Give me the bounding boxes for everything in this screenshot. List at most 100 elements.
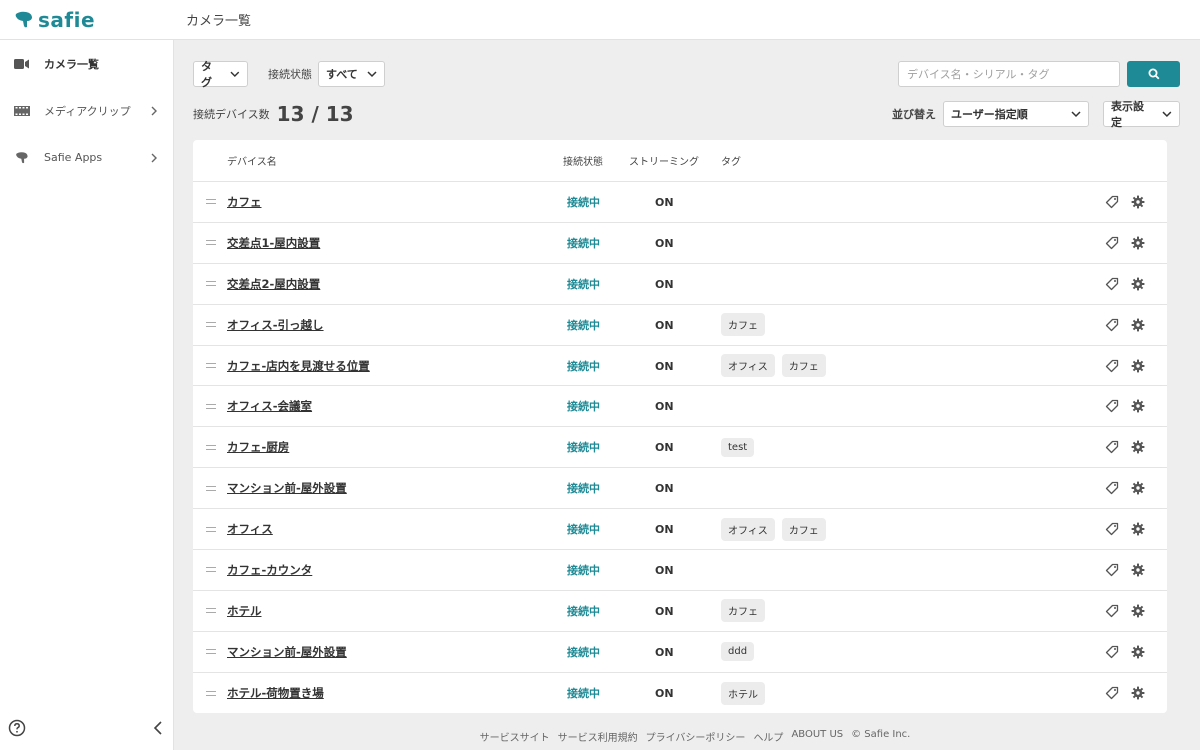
gear-icon[interactable] [1131,399,1145,413]
drag-handle-cell[interactable] [193,690,227,696]
drag-handle-cell[interactable] [193,403,227,409]
drag-handle-cell[interactable] [193,281,227,287]
device-name-link[interactable]: マンション前-屋外設置 [227,481,347,495]
drag-handle-cell[interactable] [193,240,227,246]
tag-edit-icon[interactable] [1105,236,1119,250]
tag-chip[interactable]: ddd [721,642,755,662]
drag-handle-cell[interactable] [193,199,227,205]
drag-handle-icon[interactable] [206,363,216,368]
search-input[interactable] [898,61,1120,87]
drag-handle-icon[interactable] [206,281,216,287]
sidebar-item-camera-list[interactable]: カメラ一覧 [0,40,173,87]
tag-edit-icon[interactable] [1105,645,1119,659]
gear-icon[interactable] [1131,645,1145,659]
sort-select[interactable]: ユーザー指定順 [943,101,1089,127]
footer-link-service-site[interactable]: サービスサイト [480,729,550,744]
drag-handle-icon[interactable] [206,608,216,614]
footer-link-privacy[interactable]: プライバシーポリシー [646,729,746,744]
drag-handle-icon[interactable] [206,567,216,573]
drag-handle-cell[interactable] [193,485,227,491]
gear-icon[interactable] [1131,277,1145,291]
tag-edit-icon[interactable] [1105,563,1119,577]
status-cell: 接続中 [563,317,625,333]
tag-edit-icon[interactable] [1105,277,1119,291]
device-name-link[interactable]: オフィス [227,522,273,536]
tag-chip[interactable]: カフェ [721,313,765,337]
device-name-link[interactable]: カフェ-店内を見渡せる位置 [227,359,370,373]
tag-chip[interactable]: ホテル [721,681,765,705]
drag-handle-icon[interactable] [206,403,216,409]
drag-handle-icon[interactable] [206,526,216,532]
tag-edit-icon[interactable] [1105,522,1119,536]
drag-handle-cell[interactable] [193,363,227,368]
connection-status: 接続中 [567,645,600,659]
drag-handle-icon[interactable] [206,322,216,328]
gear-icon[interactable] [1131,481,1145,495]
tag-edit-icon[interactable] [1105,359,1119,373]
gear-icon[interactable] [1131,359,1145,373]
drag-handle-icon[interactable] [206,199,216,205]
gear-icon[interactable] [1131,686,1145,700]
tag-chip[interactable]: test [721,437,755,457]
drag-handle-cell[interactable] [193,567,227,573]
device-name-link[interactable]: ホテル [227,604,262,618]
tag-chip[interactable]: オフィス [721,517,775,541]
drag-handle-icon[interactable] [206,240,216,246]
connection-filter-select[interactable]: すべて [318,61,385,87]
drag-handle-cell[interactable] [193,649,227,655]
device-count-value: 13 / 13 [276,102,354,126]
device-name-link[interactable]: 交差点1-屋内設置 [227,236,320,250]
drag-handle-icon[interactable] [206,444,216,450]
gear-icon[interactable] [1131,440,1145,454]
drag-handle-cell[interactable] [193,444,227,450]
status-cell: 接続中 [563,439,625,455]
device-name-link[interactable]: オフィス-会議室 [227,399,312,413]
tag-edit-icon[interactable] [1105,195,1119,209]
logo[interactable]: safie [0,0,174,40]
table-row: カフェ-厨房 接続中 ON test [193,427,1167,469]
device-name-link[interactable]: カフェ-カウンタ [227,563,312,577]
tag-edit-icon[interactable] [1105,686,1119,700]
tag-chip[interactable]: カフェ [721,599,765,623]
gear-icon[interactable] [1131,522,1145,536]
tag-edit-icon[interactable] [1105,318,1119,332]
tag-edit-icon[interactable] [1105,481,1119,495]
help-icon[interactable] [8,719,26,737]
footer-link-about[interactable]: ABOUT US [791,729,843,743]
device-name-link[interactable]: ホテル-荷物置き場 [227,686,324,700]
gear-icon[interactable] [1131,236,1145,250]
footer-link-help[interactable]: ヘルプ [753,729,783,744]
tag-chip[interactable]: カフェ [781,517,826,541]
gear-icon[interactable] [1131,604,1145,618]
footer-link-terms[interactable]: サービス利用規約 [558,729,638,744]
tag-chip[interactable]: カフェ [781,354,826,377]
device-name-link[interactable]: マンション前-屋外設置 [227,645,347,659]
gear-icon[interactable] [1131,563,1145,577]
row-actions [1105,645,1167,659]
tag-edit-icon[interactable] [1105,440,1119,454]
device-name-link[interactable]: 交差点2-屋内設置 [227,277,320,291]
sidebar-item-media-clip[interactable]: メディアクリップ [0,87,173,134]
streaming-cell: ON [625,522,721,536]
tag-filter-select[interactable]: タグ [193,60,248,89]
device-count-label: 接続デバイス数 [193,108,270,121]
display-settings-select[interactable]: 表示設定 [1103,100,1180,129]
drag-handle-cell[interactable] [193,608,227,614]
device-name-link[interactable]: オフィス-引っ越し [227,318,324,332]
gear-icon[interactable] [1131,195,1145,209]
drag-handle-cell[interactable] [193,322,227,328]
tag-edit-icon[interactable] [1105,604,1119,618]
drag-handle-icon[interactable] [206,485,216,491]
drag-handle-cell[interactable] [193,526,227,532]
tag-edit-icon[interactable] [1105,399,1119,413]
drag-handle-icon[interactable] [206,649,216,655]
search-button[interactable] [1127,61,1180,87]
device-name-link[interactable]: カフェ-厨房 [227,440,289,454]
tag-chip[interactable]: オフィス [721,354,775,377]
drag-handle-icon[interactable] [206,690,216,696]
device-name-link[interactable]: カフェ [227,195,262,209]
gear-icon[interactable] [1131,318,1145,332]
table-row: オフィス-引っ越し 接続中 ON カフェ [193,305,1167,346]
sidebar-item-safie-apps[interactable]: Safie Apps [0,134,173,181]
collapse-sidebar-icon[interactable] [152,720,164,736]
